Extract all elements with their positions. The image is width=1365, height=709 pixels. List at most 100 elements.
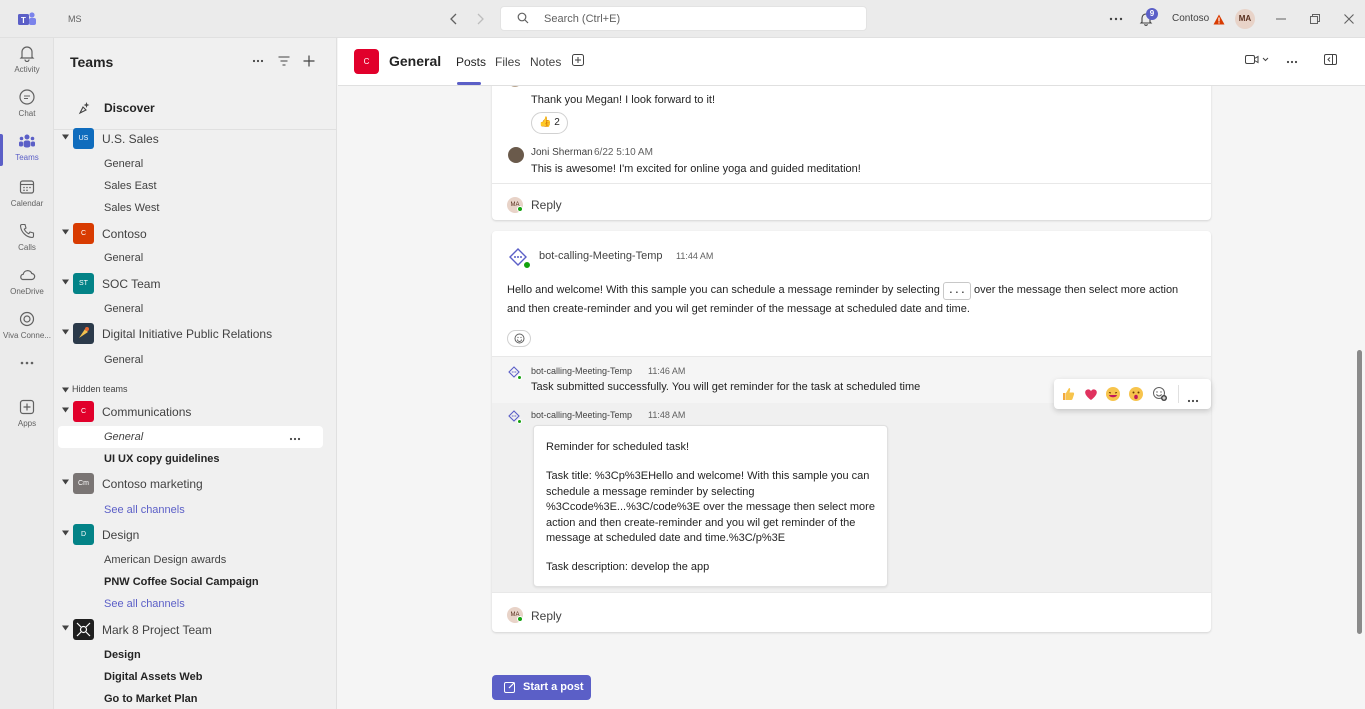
team-item-soc-team[interactable]: ST SOC Team: [54, 273, 336, 295]
rail-item-viva[interactable]: Viva Conne...: [0, 310, 54, 350]
channel-name: PNW Coffee Social Campaign: [104, 576, 259, 588]
reply-button[interactable]: Reply: [531, 198, 562, 212]
add-reaction-icon[interactable]: [1152, 386, 1168, 402]
channel-item[interactable]: Digital Assets Web: [54, 666, 336, 688]
restore-icon[interactable]: [1306, 10, 1324, 28]
scrollbar[interactable]: [1357, 350, 1362, 634]
more-options-icon[interactable]: [289, 430, 301, 444]
channel-item[interactable]: General: [54, 247, 336, 269]
apps-icon: [19, 399, 35, 415]
discover-label: Discover: [104, 101, 155, 115]
calendar-icon: [19, 180, 35, 194]
channel-name: General: [104, 431, 144, 443]
thumbs-up-reaction-icon[interactable]: [1060, 386, 1076, 402]
channel-item[interactable]: Sales East: [54, 175, 336, 197]
message-timestamp: 11:48 AM: [648, 410, 686, 420]
message-text: Task submitted successfully. You will ge…: [531, 381, 921, 393]
teams-panel-title: Teams: [70, 54, 114, 70]
channel-name: General: [104, 303, 144, 315]
channel-item[interactable]: Sales West: [54, 197, 336, 219]
team-name: Digital Initiative Public Relations: [102, 327, 273, 341]
more-options-icon[interactable]: [250, 53, 266, 69]
message-timestamp: 11:44 AM: [676, 251, 714, 261]
rail-item-activity[interactable]: Activity: [0, 44, 54, 84]
heart-reaction-icon[interactable]: [1083, 386, 1099, 402]
add-icon[interactable]: [301, 53, 317, 69]
message-text-part: Hello and welcome! With this sample you …: [507, 284, 940, 296]
see-all-channels-link[interactable]: See all channels: [54, 593, 336, 615]
tab-notes[interactable]: Notes: [530, 55, 561, 69]
channel-item[interactable]: PNW Coffee Social Campaign: [54, 571, 336, 593]
chevron-down-icon: [62, 229, 69, 235]
cloud-icon: [20, 270, 36, 281]
channel-item[interactable]: American Design awards: [54, 549, 336, 571]
org-name[interactable]: Contoso: [1172, 13, 1209, 24]
message-sender: bot-calling-Meeting-Temp: [531, 410, 633, 420]
channel-name: American Design awards: [104, 554, 227, 566]
tab-posts[interactable]: Posts: [456, 55, 486, 69]
tab-files[interactable]: Files: [495, 55, 520, 69]
video-meet-icon[interactable]: [1245, 54, 1269, 66]
team-item-contoso[interactable]: C Contoso: [54, 223, 336, 245]
team-avatar: C: [354, 49, 379, 74]
presence-indicator: [517, 419, 522, 424]
post-thread: bot-calling-Meeting-Temp 11:44 AM Hello …: [492, 231, 1211, 632]
more-options-icon[interactable]: [1107, 10, 1125, 28]
rail-item-onedrive[interactable]: OneDrive: [0, 266, 54, 306]
channel-item[interactable]: General: [54, 298, 336, 320]
laugh-reaction-icon[interactable]: [1105, 386, 1121, 402]
compose-icon: [504, 681, 516, 696]
rail-item-teams[interactable]: Teams: [0, 132, 54, 172]
rail-label: Activity: [14, 65, 40, 74]
see-all-channels-link[interactable]: See all channels: [54, 499, 336, 521]
filter-icon[interactable]: [276, 53, 292, 69]
close-icon[interactable]: [1340, 10, 1358, 28]
rail-label: Chat: [18, 109, 36, 118]
rail-item-calls[interactable]: Calls: [0, 222, 54, 262]
channel-item[interactable]: Design: [54, 644, 336, 666]
viva-icon: [19, 311, 35, 327]
rail-item-apps[interactable]: Apps: [0, 398, 54, 438]
team-name: SOC Team: [102, 277, 161, 291]
team-item-contoso-marketing[interactable]: Cm Contoso marketing: [54, 473, 336, 495]
chevron-down-icon: [62, 530, 69, 536]
message-text: Thank you Megan! I look forward to it!: [531, 94, 716, 106]
start-post-button[interactable]: Start a post: [492, 675, 591, 700]
search-box[interactable]: Search (Ctrl+E): [500, 6, 867, 31]
notification-badge: 9: [1146, 8, 1158, 20]
channel-item-selected[interactable]: General: [58, 426, 323, 448]
surprised-reaction-icon[interactable]: [1128, 386, 1144, 402]
team-item-us-sales[interactable]: US U.S. Sales: [54, 128, 336, 150]
hidden-teams-label[interactable]: Hidden teams: [72, 384, 128, 394]
channel-header: C General Posts Files Notes: [338, 38, 1365, 86]
add-tab-icon[interactable]: [572, 54, 584, 66]
minimize-icon[interactable]: [1272, 10, 1290, 28]
team-item-design[interactable]: D Design: [54, 524, 336, 546]
add-reaction-button[interactable]: [507, 330, 531, 347]
back-arrow-icon[interactable]: [446, 11, 462, 27]
reaction-pill[interactable]: 👍 2: [531, 112, 568, 134]
rail-item-chat[interactable]: Chat: [0, 88, 54, 128]
team-name: Contoso: [102, 227, 147, 241]
forward-arrow-icon[interactable]: [472, 11, 488, 27]
user-avatar[interactable]: MA: [1235, 9, 1255, 29]
channel-item[interactable]: General: [54, 153, 336, 175]
link-label: See all channels: [104, 504, 185, 516]
reply-button[interactable]: Reply: [531, 609, 562, 623]
more-options-icon[interactable]: [1187, 392, 1203, 403]
more-icon: [20, 361, 34, 365]
channel-item[interactable]: UI UX copy guidelines: [54, 448, 336, 470]
channel-info-icon[interactable]: [1324, 54, 1337, 65]
teams-icon: [19, 134, 35, 148]
more-options-icon[interactable]: [1286, 60, 1298, 64]
presence-indicator: [517, 375, 522, 380]
rail-label: Calls: [18, 243, 36, 252]
team-item-mark-8[interactable]: Mark 8 Project Team: [54, 619, 336, 641]
channel-item[interactable]: General: [54, 349, 336, 371]
team-item-digital-initiative[interactable]: Digital Initiative Public Relations: [54, 323, 336, 345]
channel-name: General: [104, 354, 144, 366]
rail-more-apps[interactable]: [0, 360, 54, 376]
rail-item-calendar[interactable]: Calendar: [0, 178, 54, 218]
team-item-communications[interactable]: C Communications: [54, 401, 336, 423]
channel-item[interactable]: Go to Market Plan: [54, 688, 336, 709]
